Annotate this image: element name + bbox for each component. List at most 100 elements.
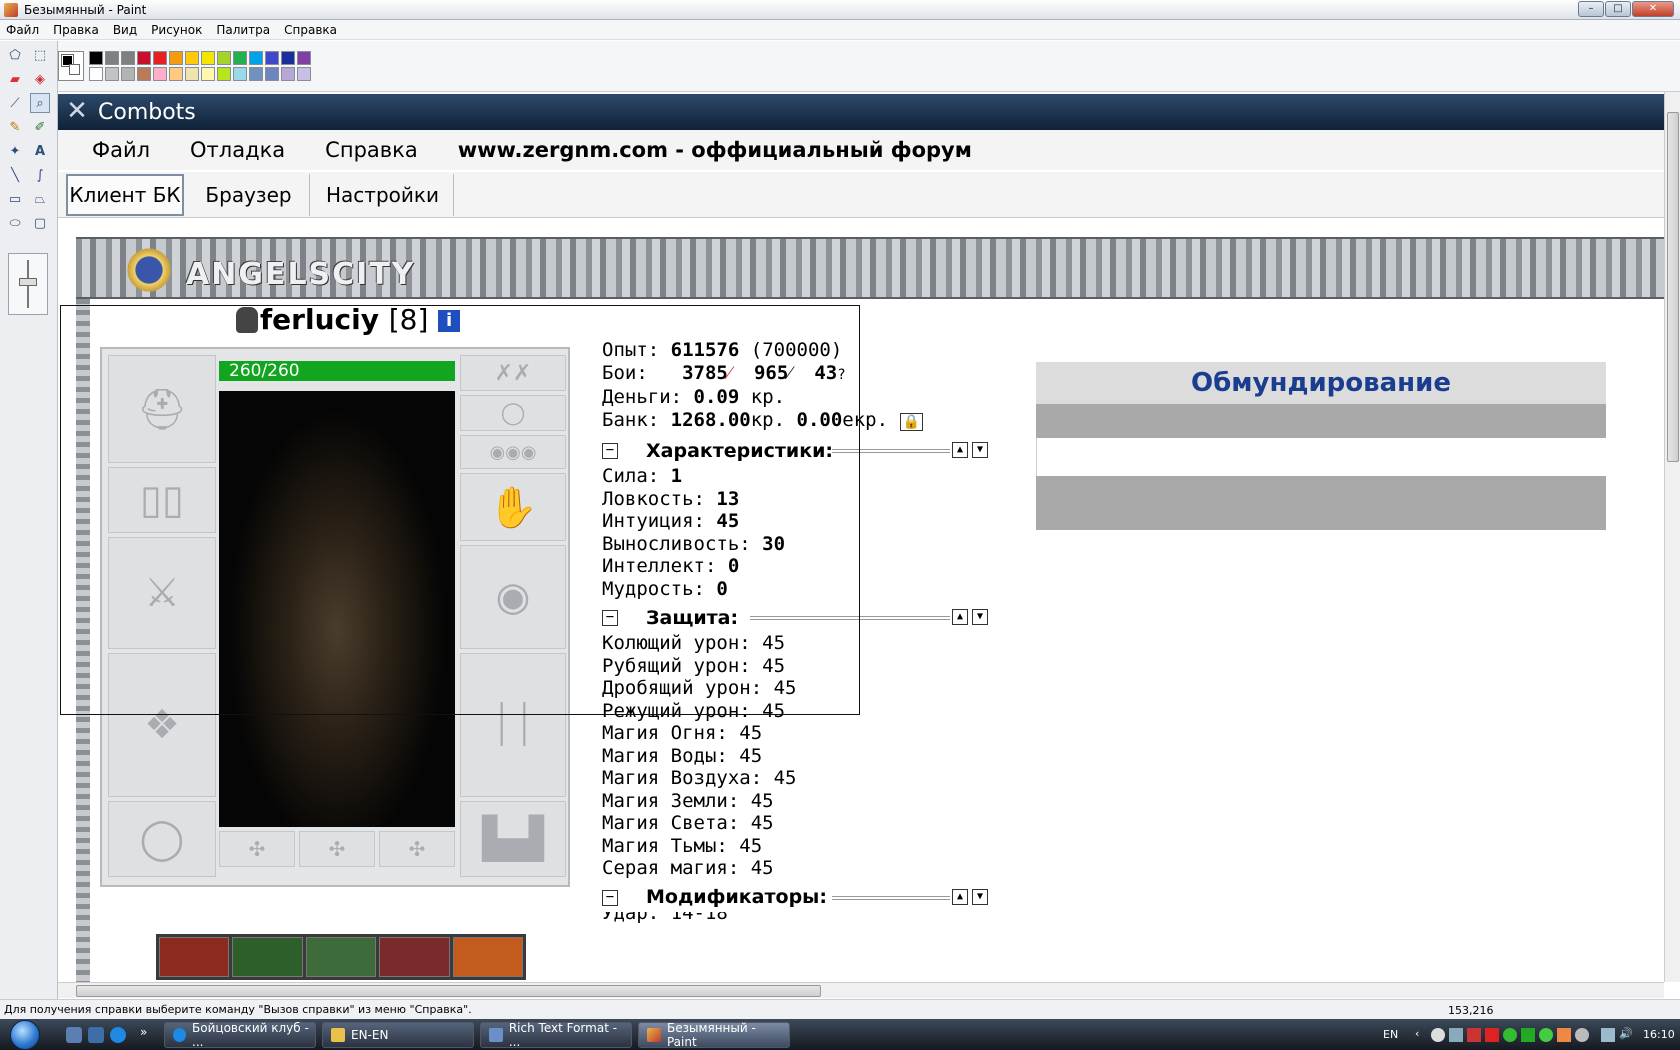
tray-icon-6[interactable] [1521, 1028, 1535, 1042]
palette-swatch[interactable] [153, 67, 167, 81]
palette-swatch[interactable] [137, 51, 151, 65]
horizontal-scroll-thumb[interactable] [76, 985, 821, 997]
brush-icon[interactable]: ✐ [30, 117, 50, 137]
arrow-up-icon[interactable]: ▲ [952, 442, 968, 458]
tray-icon-3[interactable] [1467, 1028, 1481, 1042]
palette-swatch[interactable] [297, 51, 311, 65]
buff-icon-2[interactable] [232, 937, 303, 977]
curve-icon[interactable]: ∫ [30, 165, 50, 185]
vertical-scroll-thumb[interactable] [1667, 112, 1679, 462]
palette-swatch[interactable] [249, 51, 263, 65]
network-icon[interactable] [1601, 1028, 1615, 1042]
arrow-up-icon[interactable]: ▲ [952, 609, 968, 625]
volume-icon[interactable]: 🔊 [1619, 1027, 1633, 1040]
line-icon[interactable]: ╲ [5, 165, 25, 185]
maximize-button[interactable]: □ [1605, 1, 1631, 17]
polygon-icon[interactable]: ⏢ [30, 189, 50, 209]
boots-slot[interactable]: ▙▟ [460, 801, 566, 877]
rect-select-icon[interactable]: ⬚ [30, 45, 50, 65]
palette-swatch[interactable] [281, 51, 295, 65]
minimize-button[interactable]: – [1578, 1, 1604, 17]
task-rich-text[interactable]: Rich Text Format - ... [480, 1021, 632, 1049]
color-picker-icon[interactable]: ⟋ [5, 93, 25, 113]
palette-swatch[interactable] [185, 51, 199, 65]
palette-swatch[interactable] [137, 67, 151, 81]
palette-swatch[interactable] [153, 51, 167, 65]
palette-swatch[interactable] [249, 67, 263, 81]
palette-swatch[interactable] [105, 51, 119, 65]
rectangle-icon[interactable]: ▭ [5, 189, 25, 209]
palette-swatch[interactable] [169, 67, 183, 81]
magnifier-icon[interactable]: ⌕ [30, 93, 50, 113]
tool-options[interactable] [8, 253, 48, 315]
paint-canvas[interactable]: ✕ Combots Файл Отладка Справка www.zergn… [58, 92, 1664, 982]
belt-slot[interactable]: ◯ [108, 801, 216, 877]
palette-swatch[interactable] [121, 67, 135, 81]
menu-view[interactable]: Вид [113, 23, 137, 37]
arrow-down-icon[interactable]: ▼ [972, 888, 988, 905]
ie-icon[interactable] [110, 1027, 126, 1043]
clock[interactable]: 16:10 [1643, 1028, 1675, 1041]
tray-expand-icon[interactable]: ‹ [1415, 1027, 1419, 1040]
palette-swatch[interactable] [185, 67, 199, 81]
tray-icon-9[interactable] [1575, 1028, 1589, 1042]
buff-icon-5[interactable] [452, 937, 524, 977]
vertical-scrollbar[interactable] [1664, 92, 1680, 982]
forum-link[interactable]: www.zergnm.com - оффициальный форум [458, 138, 972, 162]
palette-swatch[interactable] [233, 51, 247, 65]
fill-bucket-icon[interactable]: ◈ [30, 69, 50, 89]
horizontal-scrollbar[interactable] [58, 982, 1664, 998]
combots-menu-file[interactable]: Файл [92, 138, 150, 162]
selection-rectangle[interactable] [60, 305, 860, 715]
more-quicklaunch-icon[interactable]: » [140, 1025, 147, 1039]
switch-windows-icon[interactable] [88, 1027, 104, 1043]
close-button[interactable]: ✕ [1632, 1, 1674, 17]
start-button[interactable] [10, 1020, 40, 1050]
tray-icon-4[interactable] [1485, 1028, 1499, 1042]
ring-slot-1[interactable]: ✣ [219, 831, 295, 867]
palette-swatch[interactable] [105, 67, 119, 81]
pencil-icon[interactable]: ✎ [5, 117, 25, 137]
task-en-en[interactable]: EN-EN [322, 1022, 474, 1048]
task-fight-club[interactable]: Бойцовский клуб - ... [164, 1021, 316, 1049]
equipment-row[interactable] [1036, 476, 1606, 530]
palette-swatch[interactable] [217, 51, 231, 65]
palette-swatch[interactable] [169, 51, 183, 65]
task-paint[interactable]: Безымянный - Paint [638, 1021, 790, 1049]
menu-palette[interactable]: Палитра [216, 23, 270, 37]
airbrush-icon[interactable]: ✦ [5, 141, 25, 161]
menu-edit[interactable]: Правка [53, 23, 99, 37]
tab-client-bk[interactable]: Клиент БК [66, 174, 184, 216]
section-modifiers[interactable]: − Модификаторы: ▲ ▼ [602, 884, 1002, 912]
current-colors[interactable] [58, 51, 84, 81]
ring-slot-2[interactable]: ✣ [299, 831, 375, 867]
palette-swatch[interactable] [201, 51, 215, 65]
palette-swatch[interactable] [233, 67, 247, 81]
combots-menu-help[interactable]: Справка [325, 138, 418, 162]
tray-icon-8[interactable] [1557, 1028, 1571, 1042]
equipment-row[interactable] [1036, 438, 1606, 476]
text-tool-icon[interactable]: A [30, 141, 50, 161]
palette-swatch[interactable] [297, 67, 311, 81]
buff-icon-3[interactable] [305, 937, 377, 977]
rounded-rect-icon[interactable]: ▢ [30, 213, 50, 233]
palette-swatch[interactable] [217, 67, 231, 81]
palette-swatch[interactable] [265, 67, 279, 81]
palette-swatch[interactable] [265, 51, 279, 65]
tray-icon-7[interactable] [1539, 1028, 1553, 1042]
collapse-icon[interactable]: − [602, 889, 618, 906]
palette-swatch[interactable] [89, 67, 103, 81]
arrow-up-icon[interactable]: ▲ [952, 888, 968, 905]
menu-file[interactable]: Файл [6, 23, 39, 37]
palette-swatch[interactable] [201, 67, 215, 81]
ring-slot-3[interactable]: ✣ [379, 831, 455, 867]
tray-icon-2[interactable] [1449, 1028, 1463, 1042]
arrow-down-icon[interactable]: ▼ [972, 609, 988, 625]
eraser-icon[interactable]: ▰ [5, 69, 25, 89]
palette-swatch[interactable] [281, 67, 295, 81]
tab-browser[interactable]: Браузер [188, 174, 310, 216]
menu-help[interactable]: Справка [284, 23, 337, 37]
language-indicator[interactable]: EN [1383, 1028, 1398, 1041]
lock-icon[interactable]: 🔒 [899, 412, 923, 431]
tray-icon-1[interactable] [1431, 1028, 1445, 1042]
